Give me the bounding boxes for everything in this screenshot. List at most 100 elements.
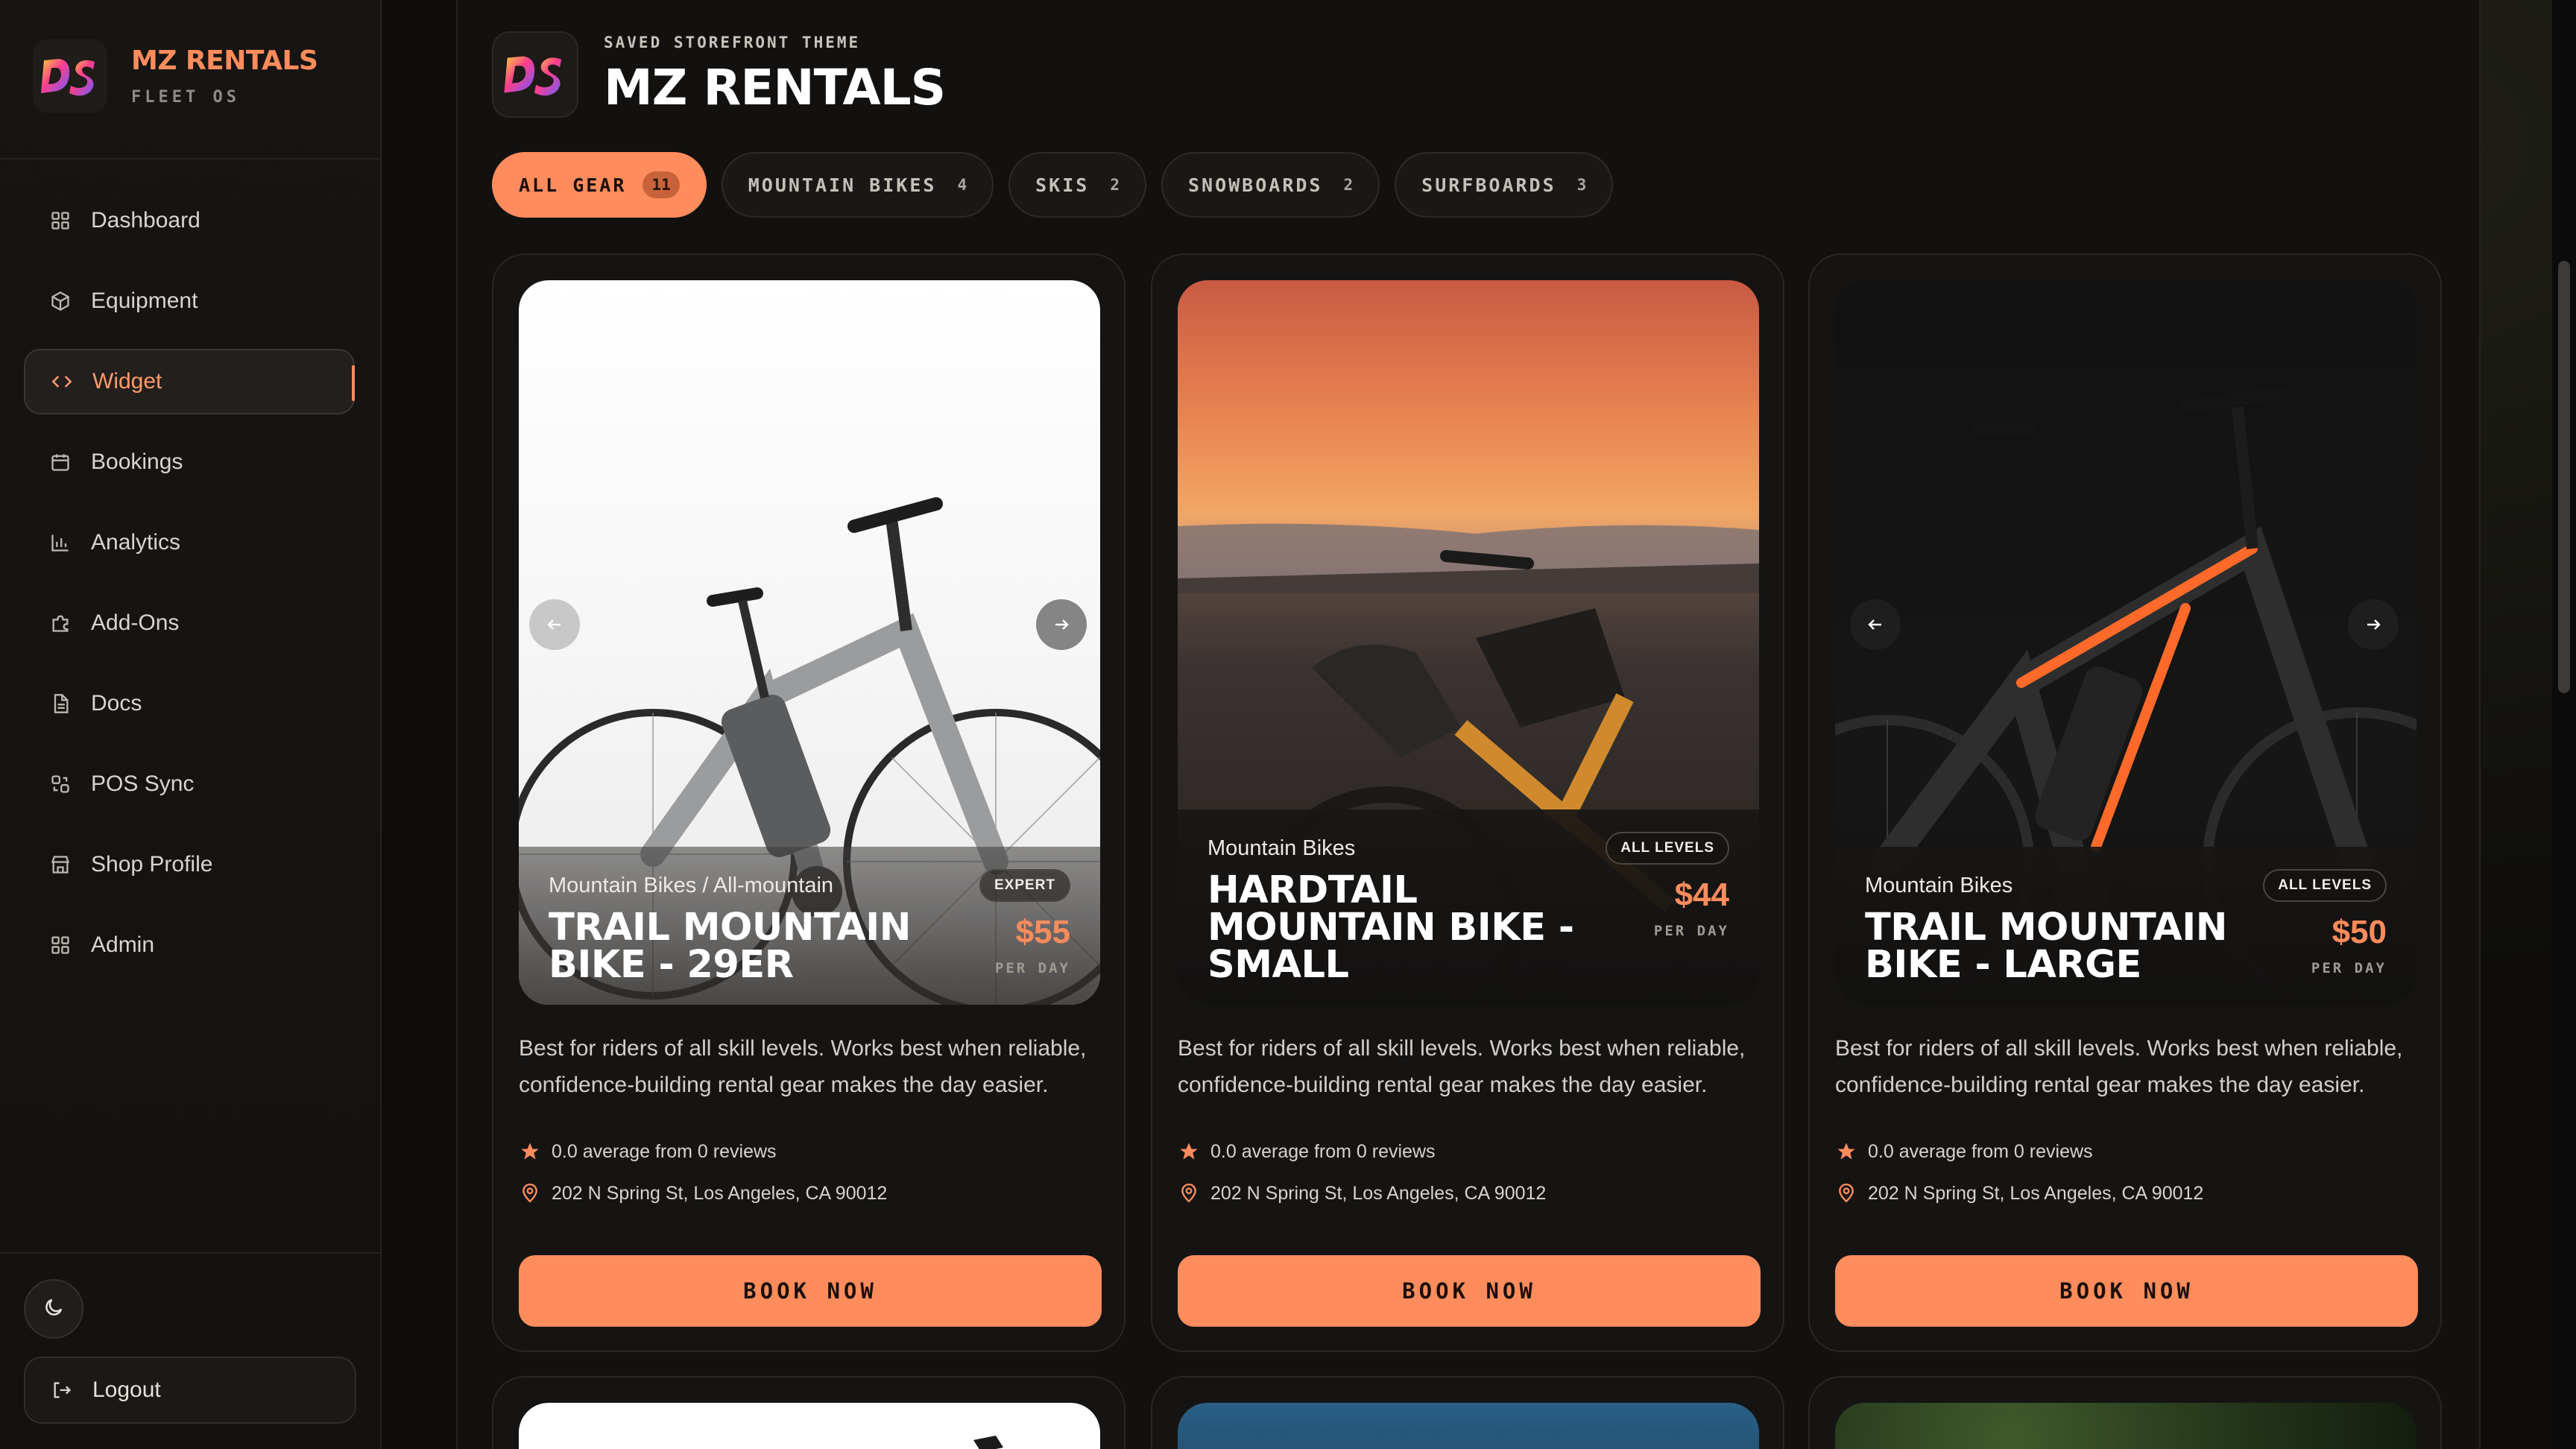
sidebar-item-pos-sync[interactable]: POS Sync	[24, 751, 355, 817]
sidebar-item-bookings[interactable]: Bookings	[24, 429, 355, 495]
grid-icon	[49, 209, 72, 232]
brand[interactable]: MZ RENTALS FLEET OS	[33, 39, 318, 113]
sidebar-item-shop-profile[interactable]: Shop Profile	[24, 832, 355, 897]
page-title: MZ RENTALS	[604, 58, 946, 116]
scrollbar-thumb[interactable]	[2558, 261, 2570, 693]
gear-card[interactable]: Mountain Bikes / All-mountain EXPERT TRA…	[492, 253, 1126, 1352]
price-unit: PER DAY	[1653, 923, 1729, 939]
bar-chart-icon	[49, 531, 72, 554]
arrow-right-icon	[2367, 619, 2381, 630]
sidebar-item-admin[interactable]: Admin	[24, 912, 355, 978]
star-icon	[519, 1140, 541, 1163]
sidebar-item-add-ons[interactable]: Add-Ons	[24, 590, 355, 656]
store-icon	[49, 853, 72, 876]
box-icon	[49, 290, 72, 312]
rating-text: 0.0 average from 0 reviews	[1210, 1140, 1436, 1162]
gear-title: TRAIL MOUNTAIN BIKE - 29ER	[549, 906, 911, 987]
sidebar-item-label: POS Sync	[91, 771, 195, 796]
gear-card[interactable]	[492, 1376, 1126, 1449]
location-pin-icon	[1178, 1182, 1200, 1205]
tab-all-gear[interactable]: ALL GEAR 11	[492, 152, 707, 218]
gear-card[interactable]: Mountain Bikes ALL LEVELS HARDTAIL MOUNT…	[1151, 253, 1784, 1352]
rating-row: 0.0 average from 0 reviews	[1178, 1140, 1436, 1163]
sidebar-item-docs[interactable]: Docs	[24, 671, 355, 736]
scrollbar[interactable]	[2552, 0, 2576, 1449]
sidebar-item-label: Widget	[92, 369, 162, 394]
logout-label: Logout	[92, 1377, 161, 1402]
document-icon	[49, 692, 72, 715]
carousel-next-button[interactable]	[2348, 599, 2399, 650]
skill-level-badge: ALL LEVELS	[2263, 869, 2387, 902]
price-unit: PER DAY	[2311, 960, 2387, 976]
gear-category: Mountain Bikes	[1865, 873, 2013, 897]
gear-image: Mountain Bikes / All-mountain EXPERT TRA…	[519, 280, 1100, 1005]
tab-surfboards[interactable]: SURFBOARDS 3	[1395, 152, 1614, 218]
divider	[0, 1252, 380, 1254]
tab-label: SNOWBOARDS	[1187, 174, 1323, 196]
sidebar: MZ RENTALS FLEET OS Dashboard Equipment …	[0, 0, 382, 1449]
tab-count-badge: 3	[1576, 176, 1587, 194]
sidebar-item-analytics[interactable]: Analytics	[24, 510, 355, 575]
tab-snowboards[interactable]: SNOWBOARDS 2	[1161, 152, 1380, 218]
rating-row: 0.0 average from 0 reviews	[1835, 1140, 2093, 1163]
gear-description: Best for riders of all skill levels. Wor…	[519, 1036, 1087, 1097]
location-text: 202 N Spring St, Los Angeles, CA 90012	[552, 1182, 888, 1204]
tab-count-badge: 11	[643, 171, 680, 198]
gear-card[interactable]	[1808, 1376, 2442, 1449]
gear-image: Mountain Bikes ALL LEVELS HARDTAIL MOUNT…	[1178, 280, 1759, 1005]
gear-description: Best for riders of all skill levels. Wor…	[1178, 1036, 1746, 1097]
sidebar-item-label: Admin	[91, 932, 155, 957]
brand-name: MZ RENTALS	[131, 45, 318, 76]
grid-icon	[49, 934, 72, 956]
rating-row: 0.0 average from 0 reviews	[519, 1140, 777, 1163]
gear-image	[1178, 1403, 1759, 1449]
rating-text: 0.0 average from 0 reviews	[1868, 1140, 2093, 1162]
category-tabs: ALL GEAR 11 MOUNTAIN BIKES 4 SKIS 2 SNOW…	[492, 152, 1628, 218]
carousel-prev-button[interactable]	[1850, 599, 1901, 650]
theme-toggle-button[interactable]	[24, 1279, 83, 1339]
skill-level-badge: ALL LEVELS	[1606, 832, 1729, 865]
gear-price: $55	[1015, 914, 1070, 950]
price-unit: PER DAY	[994, 960, 1070, 976]
arrow-right-icon	[1055, 619, 1069, 630]
location-row: 202 N Spring St, Los Angeles, CA 90012	[1178, 1182, 1546, 1205]
puzzle-icon	[49, 612, 72, 634]
gear-price: $50	[2332, 914, 2387, 950]
divider	[0, 158, 380, 160]
sidebar-item-label: Docs	[91, 691, 142, 716]
tab-mountain-bikes[interactable]: MOUNTAIN BIKES 4	[721, 152, 994, 218]
star-icon	[1178, 1140, 1200, 1163]
storefront-header: SAVED STOREFRONT THEME MZ RENTALS	[492, 31, 946, 118]
logout-button[interactable]: Logout	[24, 1357, 356, 1424]
logout-icon	[51, 1379, 73, 1401]
sidebar-item-label: Equipment	[91, 288, 198, 313]
tab-count-badge: 2	[1343, 176, 1354, 194]
sidebar-item-equipment[interactable]: Equipment	[24, 268, 355, 334]
location-text: 202 N Spring St, Los Angeles, CA 90012	[1210, 1182, 1547, 1204]
tab-label: ALL GEAR	[519, 174, 627, 196]
gear-category: Mountain Bikes	[1208, 836, 1356, 860]
sidebar-item-widget[interactable]: Widget	[24, 349, 355, 414]
card-overlay: Mountain Bikes ALL LEVELS TRAIL MOUNTAIN…	[1835, 847, 2416, 1005]
location-row: 202 N Spring St, Los Angeles, CA 90012	[1835, 1182, 2203, 1205]
sidebar-item-dashboard[interactable]: Dashboard	[24, 188, 355, 253]
brand-subtitle: FLEET OS	[131, 88, 240, 107]
arrow-left-icon	[1868, 619, 1881, 630]
calendar-icon	[49, 451, 72, 473]
location-pin-icon	[519, 1182, 541, 1205]
star-icon	[1835, 1140, 1857, 1163]
carousel-prev-button[interactable]	[529, 599, 580, 650]
gear-card[interactable]	[1151, 1376, 1784, 1449]
book-now-button[interactable]: BOOK NOW	[1178, 1255, 1761, 1327]
carousel-next-button[interactable]	[1036, 599, 1087, 650]
location-row: 202 N Spring St, Los Angeles, CA 90012	[519, 1182, 887, 1205]
book-now-button[interactable]: BOOK NOW	[1835, 1255, 2418, 1327]
book-now-button[interactable]: BOOK NOW	[519, 1255, 1102, 1327]
card-overlay: Mountain Bikes ALL LEVELS HARDTAIL MOUNT…	[1178, 809, 1759, 1005]
gear-description: Best for riders of all skill levels. Wor…	[1835, 1036, 2403, 1097]
storefront-kicker: SAVED STOREFRONT THEME	[604, 33, 861, 51]
gear-card[interactable]: Mountain Bikes ALL LEVELS TRAIL MOUNTAIN…	[1808, 253, 2442, 1352]
tab-count-badge: 2	[1110, 176, 1120, 194]
tab-skis[interactable]: SKIS 2	[1008, 152, 1146, 218]
tab-label: MOUNTAIN BIKES	[748, 174, 937, 196]
